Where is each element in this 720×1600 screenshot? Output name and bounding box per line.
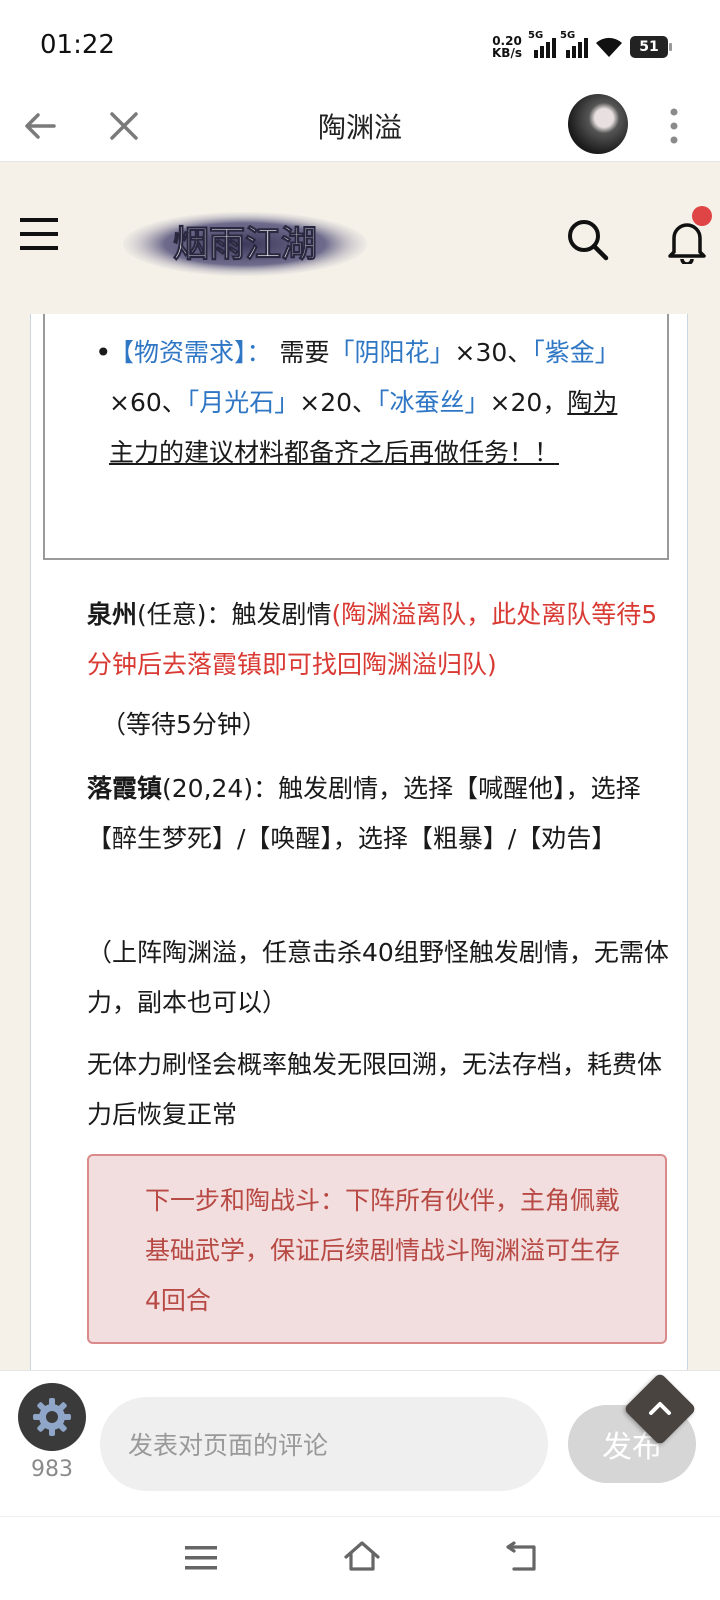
luoxia-paragraph: 落霞镇(20,24)：触发剧情，选择【喊醒他】，选择【醉生梦死】/【唤醒】，选择… xyxy=(87,774,641,853)
comment-count: 983 xyxy=(31,1457,73,1482)
materials-text: 【物资需求】： 需要「阴阳花」×30、「紫金」×60、「月光石」×20、「冰蚕丝… xyxy=(109,338,620,467)
materials-box: • 【物资需求】： 需要「阴阳花」×30、「紫金」×60、「月光石」×20、「冰… xyxy=(43,314,669,560)
quanzhou-paragraph: 泉州(任意)：触发剧情(陶渊溢离队，此处离队等待5分钟后去落霞镇即可找回陶渊溢归… xyxy=(87,600,658,679)
system-nav-bar xyxy=(0,1516,720,1600)
status-time: 01:22 xyxy=(40,30,115,60)
search-icon[interactable] xyxy=(566,218,610,262)
back-icon[interactable] xyxy=(502,1537,542,1577)
stamina-note: 无体力刷怪会概率触发无限回溯，无法存档，耗费体力后恢复正常 xyxy=(87,1050,663,1129)
hamburger-menu-icon[interactable] xyxy=(20,216,60,252)
wait-note: （等待5分钟） xyxy=(101,710,267,739)
status-bar: 01:22 0.20 KB/s 5G 5G 51 xyxy=(0,0,720,90)
settings-button[interactable] xyxy=(18,1383,86,1451)
signal-icon-2: 5G xyxy=(560,30,588,58)
chevron-up-icon xyxy=(649,1402,671,1415)
status-icons: 0.20 KB/s 5G 5G 51 xyxy=(490,30,672,62)
notification-badge xyxy=(692,206,712,226)
site-logo[interactable]: 烟雨江湖 xyxy=(120,206,370,278)
gear-icon xyxy=(33,1398,71,1436)
comment-bar: 983 发表对页面的评论 发布 xyxy=(0,1370,720,1516)
battle-note: （上阵陶渊溢，任意击杀40组野怪触发剧情，无需体力，副本也可以） xyxy=(87,938,669,1017)
home-icon[interactable] xyxy=(342,1537,382,1577)
site-header: 烟雨江湖 xyxy=(0,162,720,314)
svg-text:烟雨江湖: 烟雨江湖 xyxy=(173,223,317,265)
wifi-icon xyxy=(596,37,622,57)
browser-top-bar: 陶渊溢 xyxy=(0,90,720,162)
recent-apps-icon[interactable] xyxy=(182,1539,220,1577)
comment-input[interactable]: 发表对页面的评论 xyxy=(100,1397,548,1491)
signal-icon: 5G xyxy=(528,30,556,58)
battery-icon: 51 xyxy=(630,36,672,58)
content-viewport: • 【物资需求】： 需要「阴阳花」×30、「紫金」×60、「月光石」×20、「冰… xyxy=(0,314,720,1370)
network-speed: 0.20 KB/s xyxy=(492,34,522,60)
callout-text: 下一步和陶战斗：下阵所有伙伴，主角佩戴基础武学，保证后续剧情战斗陶渊溢可生存4回… xyxy=(145,1186,621,1315)
more-options-icon[interactable] xyxy=(662,104,686,148)
warning-callout: 下一步和陶战斗：下阵所有伙伴，主角佩戴基础武学，保证后续剧情战斗陶渊溢可生存4回… xyxy=(87,1154,667,1344)
avatar[interactable] xyxy=(568,94,628,154)
article-body: • 【物资需求】： 需要「阴阳花」×30、「紫金」×60、「月光石」×20、「冰… xyxy=(30,314,688,1370)
